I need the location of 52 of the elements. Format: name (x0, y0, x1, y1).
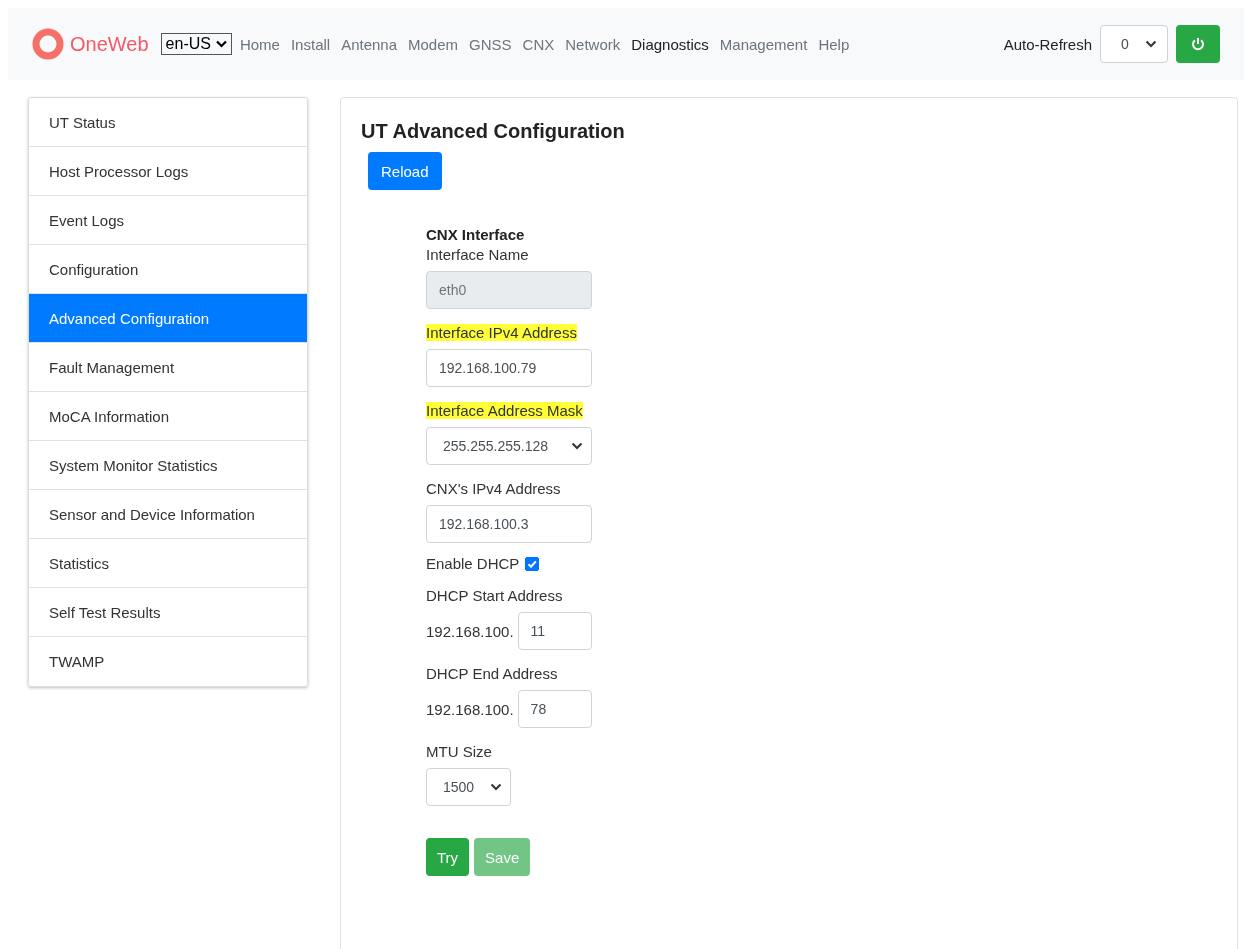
sidebar-item[interactable]: Host Processor Logs (29, 147, 307, 196)
reload-button[interactable]: Reload (368, 152, 442, 190)
field-label: Enable DHCP (426, 555, 520, 572)
nav-link[interactable]: GNSS (469, 35, 512, 53)
power-button[interactable] (1176, 25, 1220, 63)
sidebar-item[interactable]: Fault Management (29, 343, 307, 392)
field-label: DHCP Start Address (426, 587, 563, 604)
nav-link[interactable]: Antenna (341, 35, 398, 53)
sidebar-item[interactable]: Sensor and Device Information (29, 490, 307, 539)
nav-link[interactable]: Modem (408, 35, 459, 53)
nav-link[interactable]: Network (565, 35, 621, 53)
select-field[interactable]: 255.255.255.128 (426, 427, 592, 465)
input-field[interactable]: 78 (517, 690, 592, 728)
checkbox[interactable] (525, 556, 540, 571)
brand-name: OneWeb (70, 32, 149, 56)
sidebar-item[interactable]: Statistics (29, 539, 307, 588)
caret-icon (571, 442, 583, 450)
input-field[interactable]: 11 (517, 612, 592, 650)
sidebar-item[interactable]: UT Status (29, 98, 307, 147)
select-field[interactable]: 1500 (426, 768, 511, 806)
sidebar-item[interactable]: Event Logs (29, 196, 307, 245)
nav-link[interactable]: Diagnostics (631, 35, 709, 53)
field-label: CNX's IPv4 Address (426, 480, 561, 497)
sidebar-item[interactable]: MoCA Information (29, 392, 307, 441)
address-prefix: 192.168.100. (426, 622, 514, 640)
field-label: MTU Size (426, 743, 492, 760)
power-icon (1191, 37, 1205, 51)
sidebar-item[interactable]: Self Test Results (29, 588, 307, 637)
field-label: Interface Name (426, 246, 529, 263)
address-prefix: 192.168.100. (426, 700, 514, 718)
caret-icon (215, 40, 227, 48)
field-label: Interface IPv4 Address (426, 324, 577, 341)
auto-refresh-label: Auto-Refresh (1003, 35, 1092, 53)
section-heading: CNX Interface (426, 226, 526, 243)
nav-link[interactable]: CNX (522, 35, 555, 53)
sidebar-item[interactable]: TWAMP (29, 637, 307, 686)
nav-link[interactable]: Install (290, 35, 331, 53)
nav-link[interactable]: Home (239, 35, 280, 53)
input-field[interactable]: 192.168.100.3 (426, 505, 592, 543)
nav-link[interactable]: Help (818, 35, 850, 53)
field-label: DHCP End Address (426, 665, 558, 682)
field-label: Interface Address Mask (426, 402, 583, 419)
caret-icon (1145, 40, 1157, 48)
ring-logo-icon (32, 28, 64, 60)
sidebar-item[interactable]: Advanced Configuration (29, 294, 307, 343)
page-title: UT Advanced Configuration (361, 120, 626, 143)
input-field[interactable]: 192.168.100.79 (426, 349, 592, 387)
caret-icon (490, 783, 502, 791)
nav-link[interactable]: Management (719, 35, 808, 53)
sidebar-item[interactable]: System Monitor Statistics (29, 441, 307, 490)
language-select[interactable]: en-US (160, 33, 232, 55)
auto-refresh-select[interactable]: 0 (1100, 25, 1168, 63)
